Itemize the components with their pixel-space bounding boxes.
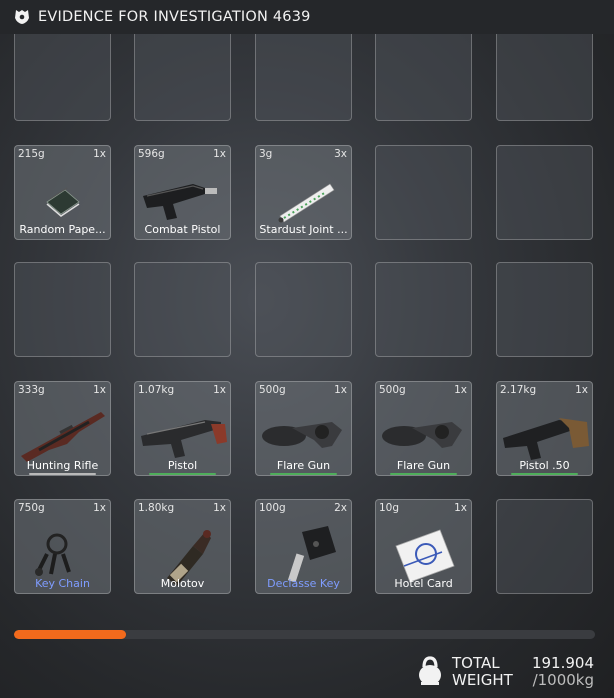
- inventory-slot-empty[interactable]: [134, 34, 231, 121]
- item-quantity: 3x: [334, 148, 347, 160]
- inventory-slot-empty[interactable]: [375, 145, 472, 240]
- item-label: Flare Gun: [276, 459, 331, 472]
- item-label: Declasse Key: [267, 577, 340, 590]
- item-quantity: 1x: [454, 502, 467, 514]
- item-quantity: 1x: [213, 148, 226, 160]
- item-quantity: 1x: [575, 384, 588, 396]
- item-weight: 1.80kg: [138, 502, 175, 514]
- item-label: Combat Pistol: [144, 223, 221, 236]
- item-quantity: 2x: [334, 502, 347, 514]
- item-quantity: 1x: [93, 148, 106, 160]
- item-weight: 1.07kg: [138, 384, 175, 396]
- weight-progress-fill: [14, 630, 126, 639]
- item-weight: 500g: [259, 384, 286, 396]
- inventory-slot[interactable]: 1.07kg 1x Pistol: [134, 381, 231, 476]
- item-label: Stardust Joint ...: [259, 223, 348, 236]
- item-label: Pistol: [167, 459, 198, 472]
- max-weight: /1000kg: [532, 671, 594, 689]
- item-weight: 215g: [18, 148, 45, 160]
- item-label: Hotel Card: [394, 577, 453, 590]
- kettlebell-icon: [419, 656, 441, 685]
- current-weight: 191.904: [531, 654, 594, 672]
- inventory-slot[interactable]: 750g 1x Key Chain: [14, 499, 111, 594]
- item-quality-bar: [149, 473, 216, 475]
- item-label: Key Chain: [35, 577, 90, 590]
- item-weight: 750g: [18, 502, 45, 514]
- item-weight: 500g: [379, 384, 406, 396]
- item-quality-bar: [270, 473, 337, 475]
- item-quality-bar: [390, 473, 457, 475]
- inventory-grid: 215g 1x Random Pape... 596g 1x Combat Pistol 3…: [0, 0, 614, 600]
- inventory-slot-empty[interactable]: [496, 499, 593, 594]
- item-quantity: 1x: [213, 502, 226, 514]
- item-weight: 3g: [259, 148, 273, 160]
- item-label: Molotov: [160, 577, 205, 590]
- item-label: Pistol .50: [519, 459, 570, 472]
- item-quantity: 1x: [454, 384, 467, 396]
- inventory-slot[interactable]: 10g 1x Hotel Card: [375, 499, 472, 594]
- item-label: Hunting Rifle: [26, 459, 99, 472]
- inventory-slot-empty[interactable]: [134, 262, 231, 357]
- inventory-slot-empty[interactable]: [496, 262, 593, 357]
- inventory-slot[interactable]: 596g 1x Combat Pistol: [134, 145, 231, 240]
- item-label: Flare Gun: [396, 459, 451, 472]
- inventory-slot-empty[interactable]: [255, 262, 352, 357]
- inventory-slot-empty[interactable]: [496, 34, 593, 121]
- inventory-slot[interactable]: 2.17kg 1x Pistol .50: [496, 381, 593, 476]
- inventory-slot-empty[interactable]: [14, 262, 111, 357]
- item-label: Random Pape...: [19, 223, 106, 236]
- item-quantity: 1x: [213, 384, 226, 396]
- total-weight-label-line1: TOTAL: [452, 654, 500, 672]
- item-quantity: 1x: [334, 384, 347, 396]
- inventory-slot[interactable]: 500g 1x Flare Gun: [375, 381, 472, 476]
- item-weight: 596g: [138, 148, 165, 160]
- total-weight-value: 191.904 /1000kg: [532, 655, 594, 689]
- item-quantity: 1x: [93, 384, 106, 396]
- inventory-slot[interactable]: 215g 1x Random Pape...: [14, 145, 111, 240]
- item-quality-bar: [511, 473, 578, 475]
- item-quantity: 1x: [93, 502, 106, 514]
- total-weight-label: TOTAL WEIGHT: [452, 655, 513, 689]
- inventory-slot-empty[interactable]: [255, 34, 352, 121]
- inventory-slot-empty[interactable]: [375, 34, 472, 121]
- inventory-slot-empty[interactable]: [14, 34, 111, 121]
- inventory-slot-empty[interactable]: [375, 262, 472, 357]
- item-weight: 10g: [379, 502, 400, 514]
- weight-progress-bar: [14, 630, 595, 639]
- inventory-slot[interactable]: 500g 1x Flare Gun: [255, 381, 352, 476]
- item-quality-bar: [29, 473, 96, 475]
- inventory-slot[interactable]: 100g 2x Declasse Key: [255, 499, 352, 594]
- item-weight: 333g: [18, 384, 45, 396]
- inventory-slot-empty[interactable]: [496, 145, 593, 240]
- item-weight: 100g: [259, 502, 286, 514]
- inventory-slot[interactable]: 3g 3x Stardust Joint ...: [255, 145, 352, 240]
- total-weight-label-line2: WEIGHT: [452, 671, 513, 689]
- item-weight: 2.17kg: [500, 384, 537, 396]
- inventory-slot[interactable]: 333g 1x Hunting Rifle: [14, 381, 111, 476]
- inventory-slot[interactable]: 1.80kg 1x Molotov: [134, 499, 231, 594]
